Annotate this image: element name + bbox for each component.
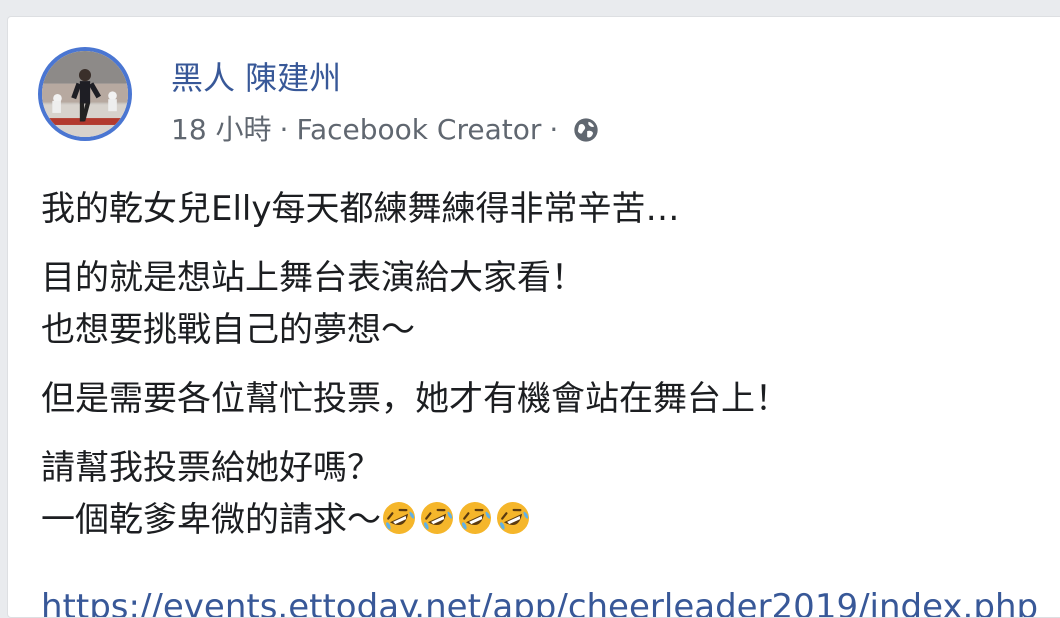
emoji-group <box>381 500 533 540</box>
avatar-photo <box>42 51 128 137</box>
text-line: 請幫我投票給她好嗎？ <box>41 448 381 488</box>
post-link[interactable]: https://events.ettoday.net/app/cheerlead… <box>41 587 1038 617</box>
meta-separator: · <box>549 113 559 146</box>
paragraph: 我的乾女兒Elly每天都練舞練得非常辛苦… <box>41 183 1060 235</box>
rofl-emoji-icon <box>383 502 415 534</box>
post-body: 我的乾女兒Elly每天都練舞練得非常辛苦… 目的就是想站上舞台表演給大家看！ 也… <box>41 183 1060 563</box>
rofl-emoji-icon <box>421 502 453 534</box>
paragraph: 目的就是想站上舞台表演給大家看！ 也想要挑戰自己的夢想～ <box>41 252 1060 356</box>
globe-icon[interactable] <box>572 116 600 144</box>
post-card: 黑人 陳建州 18 小時 · Facebook Creator · 我的乾女兒E… <box>7 16 1060 618</box>
post-meta: 18 小時 · Facebook Creator · <box>171 113 600 147</box>
text-line: 一個乾爹卑微的請求～ <box>41 500 381 540</box>
text-line: 目的就是想站上舞台表演給大家看！ <box>41 258 585 298</box>
text-line: 但是需要各位幫忙投票，她才有機會站在舞台上！ <box>41 379 789 419</box>
paragraph: 但是需要各位幫忙投票，她才有機會站在舞台上！ <box>41 373 1060 425</box>
text-line: 我的乾女兒Elly每天都練舞練得非常辛苦… <box>41 189 680 229</box>
meta-separator: · <box>279 113 289 146</box>
post-app-link[interactable]: Facebook Creator <box>296 113 541 147</box>
text-line-with-emoji: 一個乾爹卑微的請求～ <box>41 494 1060 546</box>
author-avatar[interactable] <box>38 47 132 141</box>
rofl-emoji-icon <box>459 502 491 534</box>
author-name[interactable]: 黑人 陳建州 <box>171 58 341 98</box>
text-line: 也想要挑戰自己的夢想～ <box>41 310 415 350</box>
paragraph: 請幫我投票給她好嗎？ 一個乾爹卑微的請求～ <box>41 442 1060 546</box>
post-timestamp[interactable]: 18 小時 <box>171 113 272 147</box>
rofl-emoji-icon <box>497 502 529 534</box>
